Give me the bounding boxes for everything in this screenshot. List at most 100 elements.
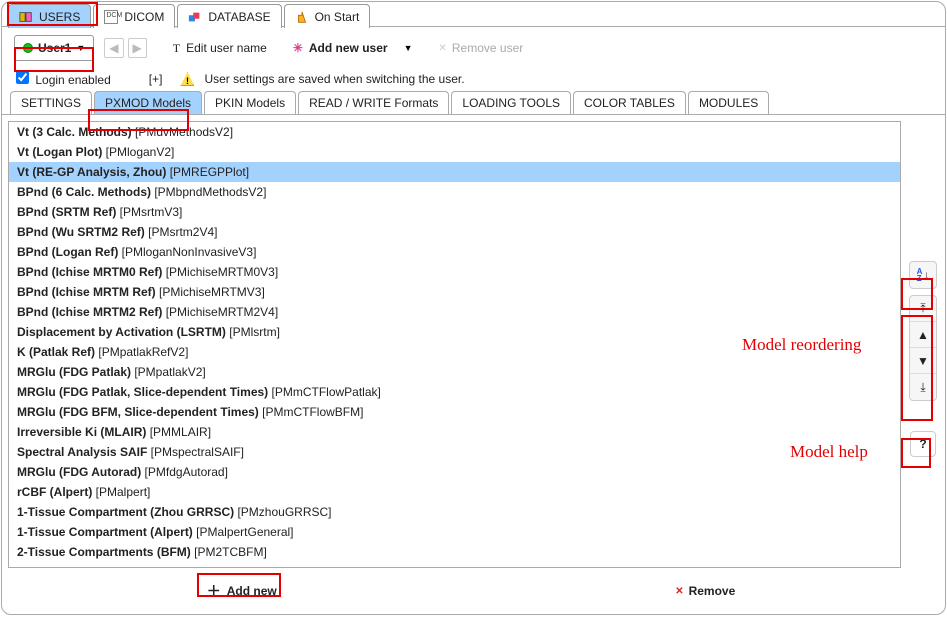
- model-row[interactable]: BPnd (6 Calc. Methods) [PMbpndMethodsV2]: [9, 182, 900, 202]
- model-row[interactable]: MRGlu (FDG BFM, Slice-dependent Times) […: [9, 402, 900, 422]
- model-row[interactable]: Vt (RE-GP Analysis, Zhou) [PMREGPPlot]: [9, 162, 900, 182]
- sub-tab-label: PKIN Models: [215, 96, 285, 110]
- model-row[interactable]: BPnd (Ichise MRTM0 Ref) [PMichiseMRTM0V3…: [9, 262, 900, 282]
- login-enabled-checkbox[interactable]: Login enabled: [16, 71, 111, 87]
- model-row[interactable]: BPnd (Wu SRTM2 Ref) [PMsrtm2V4]: [9, 222, 900, 242]
- model-name: MRGlu (FDG Autorad): [17, 465, 145, 479]
- model-name: BPnd (Ichise MRTM2 Ref): [17, 305, 166, 319]
- user-dropdown[interactable]: User1 ▼: [14, 35, 94, 61]
- sort-alpha-button[interactable]: AZ ↓: [910, 262, 936, 288]
- top-tab-onstart[interactable]: On Start: [284, 4, 371, 28]
- sub-tab-colortables[interactable]: COLOR TABLES: [573, 91, 686, 114]
- model-id: [PMalpertGeneral]: [196, 525, 293, 539]
- user-active-dot: [23, 43, 33, 53]
- sub-tab-settings[interactable]: SETTINGS: [10, 91, 92, 114]
- top-tab-dicom[interactable]: DCM DICOM: [93, 4, 175, 28]
- sub-tab-loadingtools[interactable]: LOADING TOOLS: [451, 91, 571, 114]
- model-row[interactable]: MRGlu (FDG Autorad) [PMfdgAutorad]: [9, 462, 900, 482]
- model-name: K (Patlak Ref): [17, 345, 98, 359]
- sub-tab-modules[interactable]: MODULES: [688, 91, 769, 114]
- remove-icon: ✕: [675, 586, 682, 597]
- sub-tabs: SETTINGS PXMOD Models PKIN Models READ /…: [2, 91, 945, 115]
- model-row[interactable]: Spectral Analysis SAIF [PMspectralSAIF]: [9, 442, 900, 462]
- user-label: User1: [38, 41, 71, 55]
- model-name: BPnd (SRTM Ref): [17, 205, 120, 219]
- model-row[interactable]: BPnd (Ichise MRTM2 Ref) [PMichiseMRTM2V4…: [9, 302, 900, 322]
- user-nav-next[interactable]: ▶: [128, 38, 147, 58]
- model-name: BPnd (6 Calc. Methods): [17, 185, 154, 199]
- model-name: BPnd (Wu SRTM2 Ref): [17, 225, 148, 239]
- model-row[interactable]: BPnd (Logan Ref) [PMloganNonInvasiveV3]: [9, 242, 900, 262]
- move-bottom-button[interactable]: ⤓: [910, 374, 936, 400]
- model-id: [PMpatlakV2]: [134, 365, 205, 379]
- model-name: Spectral Analysis SAIF: [17, 445, 151, 459]
- model-row[interactable]: 2-Tissue Compartments, K1/k2 [PM2compart…: [9, 562, 900, 567]
- edit-user-button[interactable]: T Edit user name: [173, 41, 267, 56]
- login-enabled-input[interactable]: [16, 71, 29, 84]
- model-name: 1-Tissue Compartment (Alpert): [17, 525, 196, 539]
- remove-user-label: Remove user: [452, 41, 523, 55]
- user-nav-prev[interactable]: ◀: [104, 38, 123, 58]
- model-name: rCBF (Alpert): [17, 485, 96, 499]
- model-row[interactable]: Displacement by Activation (LSRTM) [PMls…: [9, 322, 900, 342]
- model-row[interactable]: rCBF (Alpert) [PMalpert]: [9, 482, 900, 502]
- sub-tab-readwrite[interactable]: READ / WRITE Formats: [298, 91, 449, 114]
- add-user-icon: ✳: [293, 41, 303, 55]
- top-tab-label: USERS: [39, 10, 80, 24]
- model-id: [PMzhouGRRSC]: [237, 505, 331, 519]
- model-row[interactable]: BPnd (SRTM Ref) [PMsrtmV3]: [9, 202, 900, 222]
- model-row[interactable]: 1-Tissue Compartment (Zhou GRRSC) [PMzho…: [9, 502, 900, 522]
- model-name: Vt (RE-GP Analysis, Zhou): [17, 165, 170, 179]
- model-name: Vt (Logan Plot): [17, 145, 106, 159]
- model-name: Irreversible Ki (MLAIR): [17, 425, 150, 439]
- model-id: [PMichiseMRTMV3]: [159, 285, 265, 299]
- top-tab-users[interactable]: USERS: [8, 4, 91, 28]
- model-name: MRGlu (FDG Patlak): [17, 365, 134, 379]
- users-icon: [19, 10, 33, 24]
- model-row[interactable]: Vt (Logan Plot) [PMloganV2]: [9, 142, 900, 162]
- model-row[interactable]: 1-Tissue Compartment (Alpert) [PMalpertG…: [9, 522, 900, 542]
- model-row[interactable]: BPnd (Ichise MRTM Ref) [PMichiseMRTMV3]: [9, 282, 900, 302]
- sub-tab-pkin-models[interactable]: PKIN Models: [204, 91, 296, 114]
- model-id: [PMichiseMRTM0V3]: [166, 265, 278, 279]
- plus-icon: ＋: [207, 581, 221, 601]
- add-user-dropdown-icon[interactable]: ▼: [404, 43, 413, 53]
- move-down-button[interactable]: ▼: [910, 348, 936, 374]
- model-name: BPnd (Logan Ref): [17, 245, 122, 259]
- top-tab-label: On Start: [315, 10, 360, 24]
- sub-tab-label: PXMOD Models: [105, 96, 191, 110]
- top-tabs: USERS DCM DICOM DATABASE On Start: [2, 2, 945, 27]
- model-row[interactable]: K (Patlak Ref) [PMpatlakRefV2]: [9, 342, 900, 362]
- add-new-label: Add new: [227, 584, 277, 598]
- model-row[interactable]: Vt (3 Calc. Methods) [PMdvMethodsV2]: [9, 122, 900, 142]
- user-nav: ◀ ▶: [104, 38, 146, 58]
- model-row[interactable]: 2-Tissue Compartments (BFM) [PM2TCBFM]: [9, 542, 900, 562]
- model-id: [PM2compartmentModelDV]: [196, 565, 347, 567]
- remove-label: Remove: [689, 584, 736, 598]
- remove-button[interactable]: ✕ Remove: [474, 577, 938, 605]
- login-enabled-label: Login enabled: [35, 73, 110, 87]
- model-row[interactable]: MRGlu (FDG Patlak) [PMpatlakV2]: [9, 362, 900, 382]
- model-id: [PMsrtm2V4]: [148, 225, 217, 239]
- model-id: [PMdvMethodsV2]: [135, 125, 233, 139]
- top-tab-database[interactable]: DATABASE: [177, 4, 281, 28]
- move-top-button[interactable]: ⤒: [910, 296, 936, 322]
- add-user-button[interactable]: ✳ Add new user ▼: [293, 41, 413, 55]
- move-down-icon: ▼: [917, 354, 929, 368]
- onstart-icon: [295, 10, 309, 24]
- model-id: [PMpatlakRefV2]: [98, 345, 188, 359]
- model-id: [PMmCTFlowPatlak]: [272, 385, 381, 399]
- model-id: [PMloganNonInvasiveV3]: [122, 245, 257, 259]
- help-button[interactable]: ?: [910, 431, 936, 457]
- model-id: [PMichiseMRTM2V4]: [166, 305, 278, 319]
- add-new-button[interactable]: ＋ Add new: [10, 577, 474, 605]
- model-row[interactable]: MRGlu (FDG Patlak, Slice-dependent Times…: [9, 382, 900, 402]
- model-row[interactable]: Irreversible Ki (MLAIR) [PMMLAIR]: [9, 422, 900, 442]
- sub-tab-pxmod-models[interactable]: PXMOD Models: [94, 91, 202, 114]
- move-up-button[interactable]: ▲: [910, 322, 936, 348]
- model-id: [PMloganV2]: [106, 145, 175, 159]
- add-user-label: Add new user: [309, 41, 388, 55]
- expand-button[interactable]: [+]: [149, 72, 163, 86]
- model-list[interactable]: Vt (3 Calc. Methods) [PMdvMethodsV2]Vt (…: [9, 122, 900, 567]
- model-id: [PMsrtmV3]: [120, 205, 183, 219]
